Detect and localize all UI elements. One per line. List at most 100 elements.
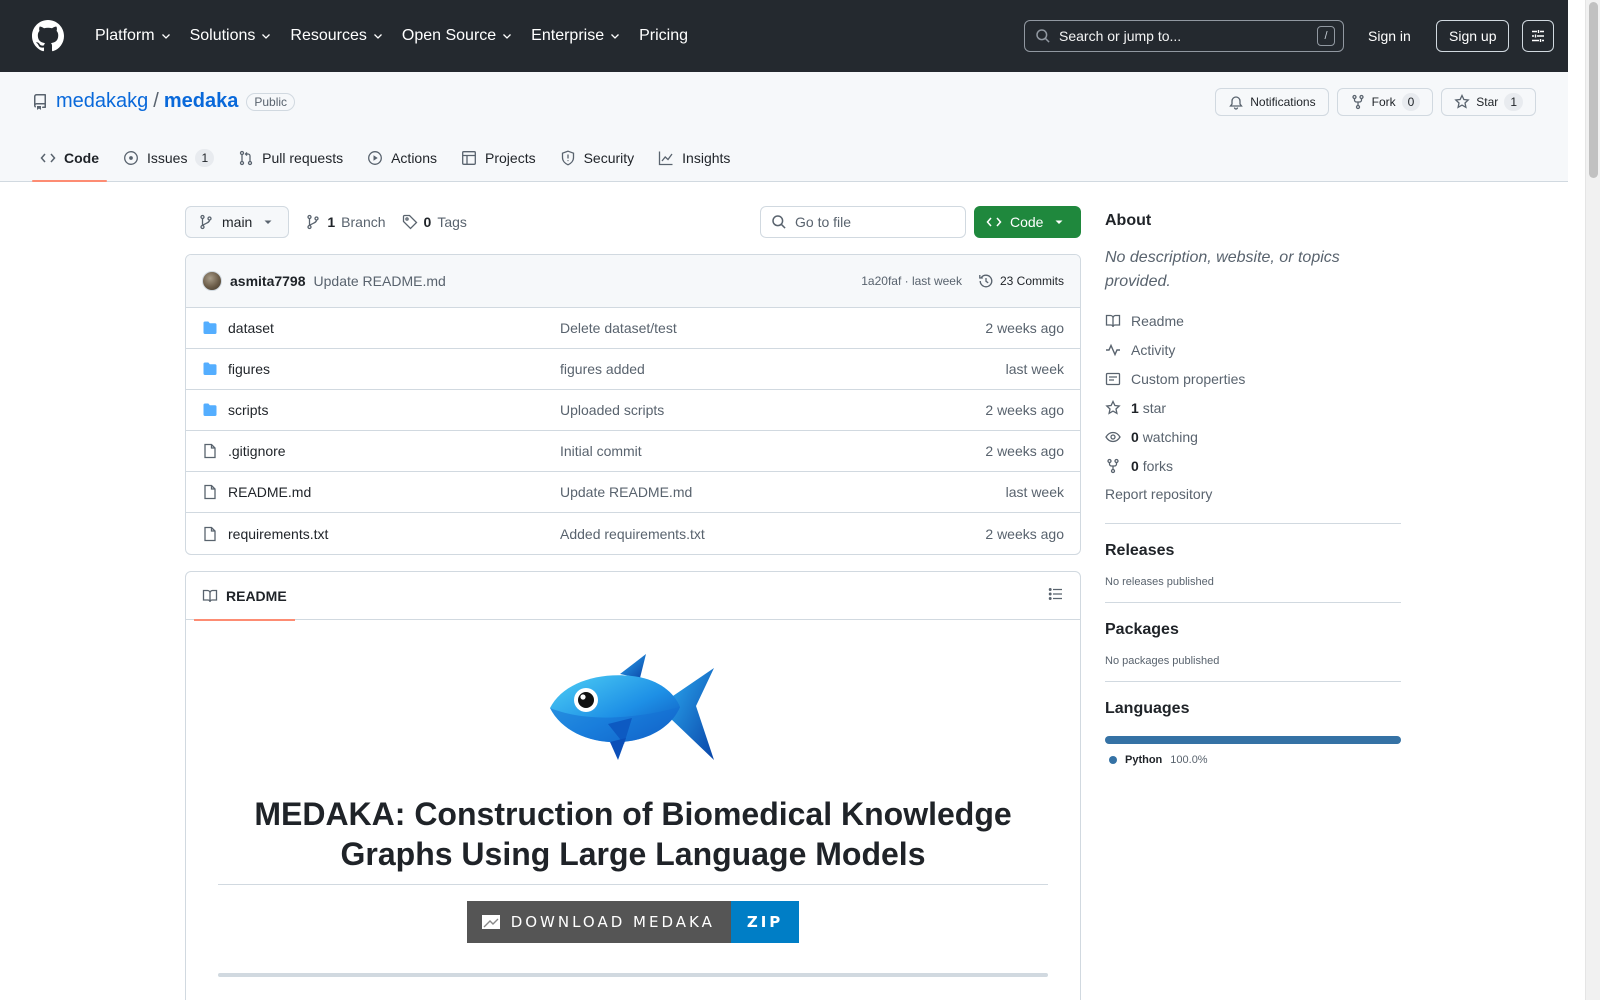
tab-issues[interactable]: Issues 1 [115, 134, 222, 182]
file-name-link[interactable]: requirements.txt [228, 526, 560, 542]
file-commit-message[interactable]: Initial commit [560, 443, 642, 459]
tab-projects[interactable]: Projects [453, 134, 544, 182]
nav-enterprise[interactable]: Enterprise [522, 20, 630, 52]
book-icon [1105, 314, 1121, 327]
scrollbar-thumb[interactable] [1589, 2, 1598, 178]
readme-link-label: Readme [1131, 312, 1184, 329]
forks-link[interactable]: 0 forks [1105, 451, 1401, 480]
search-placeholder: Search or jump to... [1059, 28, 1182, 44]
tab-pull-requests[interactable]: Pull requests [230, 134, 351, 182]
folder-icon [203, 403, 217, 416]
tags-link[interactable]: 0 Tags [402, 214, 467, 230]
readme-link[interactable]: Readme [1105, 306, 1401, 335]
activity-link[interactable]: Activity [1105, 335, 1401, 364]
file-commit-message[interactable]: Uploaded scripts [560, 402, 664, 418]
language-name: Python [1125, 754, 1163, 766]
about-heading: About [1105, 212, 1152, 229]
issue-opened-icon [124, 151, 138, 165]
packages-heading[interactable]: Packages [1105, 615, 1401, 645]
chevron-down-icon [373, 34, 382, 39]
sliders-icon [1532, 30, 1544, 42]
table-icon [462, 151, 476, 165]
watchers-link[interactable]: 0 watching [1105, 422, 1401, 451]
nav-pricing[interactable]: Pricing [630, 20, 697, 52]
file-row-figures[interactable]: figures figures added last week [186, 349, 1080, 390]
nav-label: Enterprise [531, 27, 605, 44]
releases-heading[interactable]: Releases [1105, 536, 1401, 566]
commit-meta: 1a20faf · last week 23 Commits [861, 273, 1064, 289]
forks-count: 0 [1131, 457, 1139, 474]
star-button[interactable]: Star 1 [1441, 88, 1536, 116]
tab-label: Projects [485, 150, 536, 166]
language-percent: 100.0% [1170, 754, 1208, 766]
file-name-link[interactable]: dataset [228, 320, 560, 336]
commit-sha-age[interactable]: 1a20faf · last week [861, 274, 962, 288]
site-menu-button[interactable] [1522, 20, 1554, 52]
file-commit-message[interactable]: figures added [560, 361, 645, 377]
file-row-dataset[interactable]: dataset Delete dataset/test 2 weeks ago [186, 308, 1080, 349]
file-name-link[interactable]: README.md [228, 484, 560, 500]
sign-up-button[interactable]: Sign up [1436, 20, 1510, 52]
author-avatar[interactable] [202, 271, 222, 291]
code-dropdown-button[interactable]: Code [974, 206, 1081, 238]
custom-properties-label: Custom properties [1131, 370, 1246, 387]
outline-button[interactable] [1048, 586, 1064, 602]
list-unordered-icon [1048, 588, 1062, 600]
releases-section: Releases No releases published [1105, 523, 1401, 588]
commit-author-link[interactable]: asmita7798 [230, 273, 306, 289]
language-bar [1105, 736, 1401, 744]
file-name-link[interactable]: scripts [228, 402, 560, 418]
file-row-gitignore[interactable]: .gitignore Initial commit 2 weeks ago [186, 431, 1080, 472]
file-name-link[interactable]: figures [228, 361, 560, 377]
file-commit-message[interactable]: Update README.md [560, 484, 692, 500]
nav-open-source[interactable]: Open Source [393, 20, 522, 52]
file-commit-age: last week [1005, 361, 1064, 377]
chevron-down-icon [503, 34, 512, 39]
tag-count: 0 [423, 214, 432, 230]
branches-link[interactable]: 1 Branch [305, 214, 386, 230]
download-banner-left: DOWNLOAD MEDAKA [466, 901, 731, 943]
tab-label: Issues [147, 150, 188, 166]
commits-history-link[interactable]: 23 Commits [978, 273, 1064, 289]
fork-button[interactable]: Fork 0 [1336, 88, 1434, 116]
notifications-button[interactable]: Notifications [1215, 88, 1329, 116]
custom-properties-link[interactable]: Custom properties [1105, 364, 1401, 393]
tab-security[interactable]: Security [552, 134, 643, 182]
nav-platform[interactable]: Platform [86, 20, 181, 52]
forks-label: forks [1142, 457, 1174, 474]
stars-link[interactable]: 1 star [1105, 393, 1401, 422]
nav-resources[interactable]: Resources [281, 20, 392, 52]
tab-insights[interactable]: Insights [650, 134, 738, 182]
file-icon [204, 443, 216, 459]
tab-code[interactable]: Code [32, 134, 107, 182]
tab-actions[interactable]: Actions [359, 134, 445, 182]
go-to-file-placeholder: Go to file [795, 214, 852, 230]
file-commit-message[interactable]: Added requirements.txt [560, 526, 705, 542]
sign-in-link[interactable]: Sign in [1364, 20, 1415, 52]
readme-tab[interactable]: README [194, 572, 295, 621]
nav-solutions[interactable]: Solutions [181, 20, 282, 52]
commits-count-label: 23 Commits [999, 274, 1064, 288]
commit-message-link[interactable]: Update README.md [314, 273, 446, 289]
file-row-readme-md[interactable]: README.md Update README.md last week [186, 472, 1080, 513]
github-logo-icon[interactable] [32, 20, 64, 52]
report-repository-link[interactable]: Report repository [1105, 486, 1212, 502]
branch-select-button[interactable]: main [185, 206, 290, 238]
tab-label: Pull requests [262, 150, 344, 166]
go-to-file-input[interactable]: Go to file [760, 206, 966, 238]
file-icon [204, 526, 216, 541]
page-scrollbar[interactable] [1585, 0, 1600, 1000]
eye-icon [1105, 431, 1121, 442]
file-commit-message[interactable]: Delete dataset/test [560, 320, 677, 336]
file-row-requirements-txt[interactable]: requirements.txt Added requirements.txt 2 … [186, 513, 1080, 554]
star-icon [1105, 399, 1121, 415]
graph-icon [659, 151, 673, 166]
file-row-scripts[interactable]: scripts Uploaded scripts 2 weeks ago [186, 390, 1080, 431]
repo-owner-link[interactable]: medakakg [56, 90, 148, 113]
archive-icon [481, 915, 500, 929]
language-item[interactable]: Python 100.0% [1105, 754, 1401, 766]
repo-name-link[interactable]: medaka [164, 90, 239, 113]
download-zip-banner[interactable]: DOWNLOAD MEDAKA ZIP [466, 901, 800, 943]
global-search-input[interactable]: Search or jump to... / [1024, 20, 1344, 52]
file-name-link[interactable]: .gitignore [228, 443, 560, 459]
